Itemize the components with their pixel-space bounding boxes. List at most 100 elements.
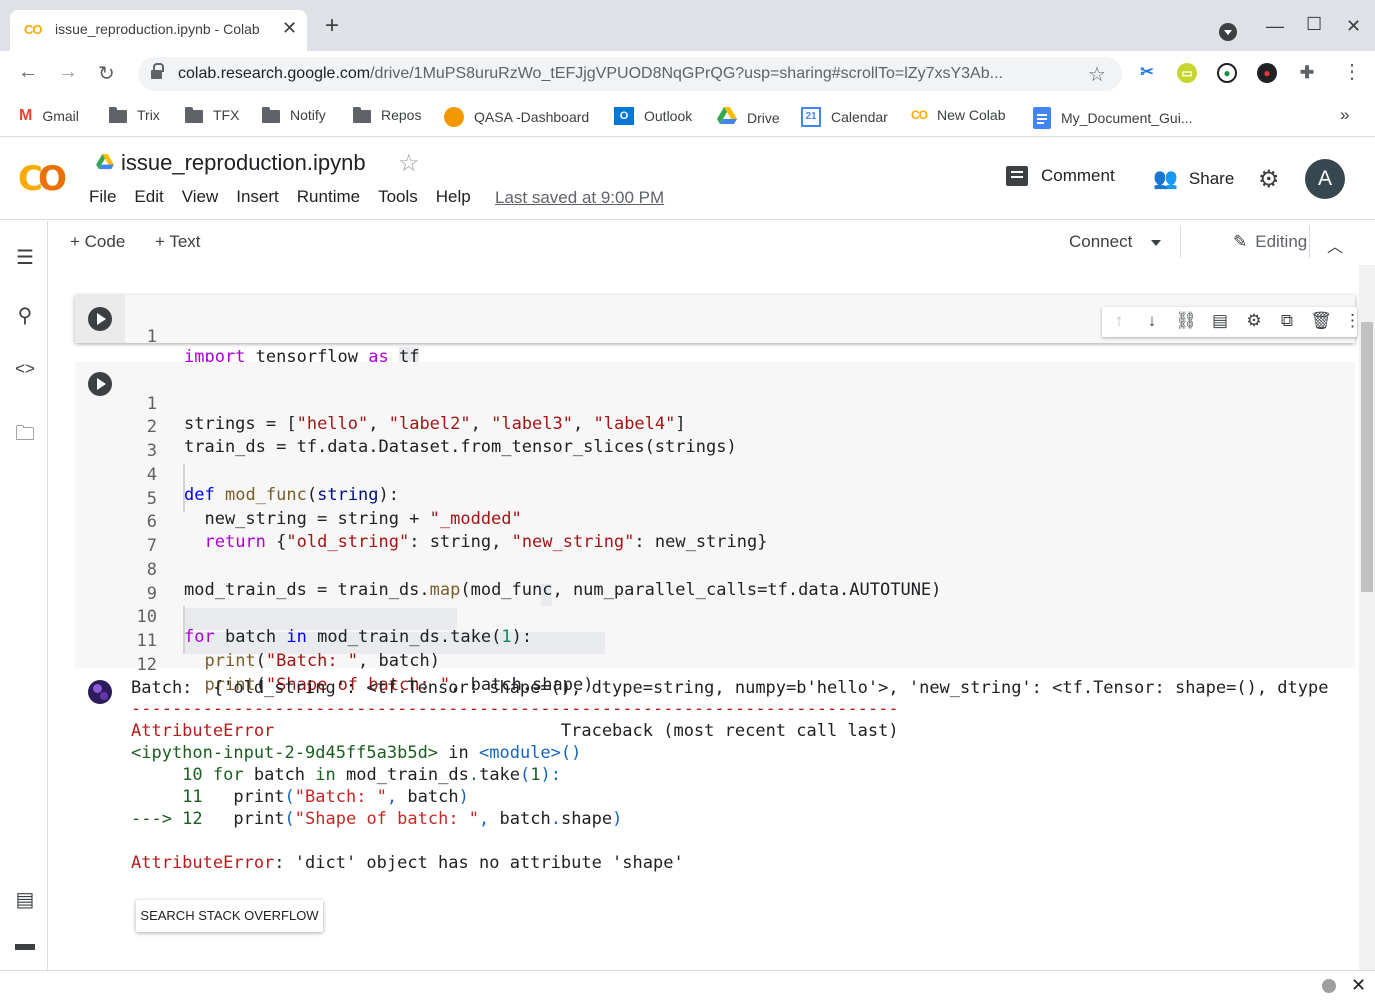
search-stack-overflow-button[interactable]: SEARCH STACK OVERFLOW: [136, 900, 323, 932]
window-close-icon[interactable]: ✕: [1346, 16, 1361, 37]
code-line[interactable]: 5 new_string = string + "_modded": [75, 469, 522, 529]
bookmark-calendar[interactable]: 21 Calendar: [801, 107, 888, 127]
colab-logo[interactable]: CO: [18, 159, 67, 199]
runtime-status-icon[interactable]: [1322, 979, 1336, 993]
scissors-extension-icon[interactable]: ✂: [1137, 63, 1157, 83]
move-cell-up-icon[interactable]: ↑: [1108, 311, 1130, 331]
line-number: 1: [146, 327, 157, 347]
bookmark-drive[interactable]: Drive: [717, 107, 780, 128]
back-icon[interactable]: ←: [18, 61, 38, 84]
puzzle-extensions-icon[interactable]: ✚: [1297, 63, 1317, 83]
menu-insert[interactable]: Insert: [236, 187, 279, 207]
code-text[interactable]: strings = ["hello", "label2", "label3", …: [184, 414, 686, 434]
code-cell-1[interactable]: 1 import tensorflow as tf ↑ ↓ ⛓ ▤ ⚙ ⧉ 🗑 …: [75, 295, 1361, 367]
mirror-cell-icon[interactable]: ⧉: [1276, 311, 1298, 331]
bookmark-gmail[interactable]: M Gmail: [19, 107, 79, 125]
menu-help[interactable]: Help: [436, 187, 471, 207]
bookmark-new-colab[interactable]: CO New Colab: [911, 107, 1005, 123]
code-cell-2[interactable]: 1 strings = ["hello", "label2", "label3"…: [75, 362, 1355, 695]
code-text[interactable]: for batch in mod_train_ds.take(1):: [184, 627, 532, 647]
move-cell-down-icon[interactable]: ↓: [1141, 311, 1163, 331]
scrollbar-thumb[interactable]: [1361, 322, 1373, 592]
menu-edit[interactable]: Edit: [134, 187, 163, 207]
code-text[interactable]: def mod_func(string):: [184, 485, 399, 505]
menu-view[interactable]: View: [182, 187, 219, 207]
collapse-header-icon[interactable]: ︿: [1327, 233, 1343, 257]
code-text[interactable]: new_string = string + "_modded": [184, 509, 521, 529]
reload-icon[interactable]: ↻: [98, 61, 115, 86]
address-bar[interactable]: colab.research.google.com/drive/1MuPS8ur…: [138, 57, 1122, 91]
last-saved-link[interactable]: Last saved at 9:00 PM: [495, 188, 664, 208]
menu-runtime[interactable]: Runtime: [297, 187, 360, 207]
cell-settings-gear-icon[interactable]: ⚙: [1243, 311, 1265, 331]
bookmark-star-icon[interactable]: ☆: [1088, 62, 1106, 87]
code-text[interactable]: print("Batch: ", batch): [184, 651, 439, 671]
more-options-icon[interactable]: ⋮: [1344, 311, 1361, 331]
star-icon[interactable]: ☆: [398, 149, 420, 178]
avatar[interactable]: A: [1305, 159, 1345, 199]
output-line: ---> 12 print("Shape of batch: ", batch.…: [131, 809, 623, 829]
terminal-icon[interactable]: ▬: [14, 933, 36, 956]
code-text[interactable]: mod_train_ds = train_ds.map(mod_func, nu…: [184, 580, 941, 600]
drive-icon: [717, 107, 737, 128]
browser-tab[interactable]: CO issue_reproduction.ipynb - Colab ✕: [10, 10, 307, 51]
output-actions-icon[interactable]: [88, 680, 112, 704]
lock-icon[interactable]: [151, 63, 164, 80]
code-line[interactable]: 12 print("Shape of batch: ", batch.shape…: [75, 635, 594, 695]
bookmark-qasa-dashboard[interactable]: QASA -Dashboard: [444, 107, 589, 127]
bookmark-trix[interactable]: Trix: [109, 106, 160, 123]
delete-cell-icon[interactable]: 🗑: [1310, 311, 1332, 331]
code-text[interactable]: train_ds = tf.data.Dataset.from_tensor_s…: [184, 437, 737, 457]
code-line[interactable]: 10 for batch in mod_train_ds.take(1):: [75, 587, 533, 647]
code-line[interactable]: 1 import tensorflow as tf: [75, 307, 1075, 367]
chat-extension-icon[interactable]: ▭: [1177, 63, 1197, 83]
link-icon[interactable]: ⛓: [1175, 311, 1197, 331]
editing-mode-button[interactable]: ✎ Editing: [1233, 232, 1307, 252]
bookmark-my-document[interactable]: My_Document_Gui...: [1033, 107, 1193, 129]
url-text[interactable]: colab.research.google.com/drive/1MuPS8ur…: [178, 65, 1068, 83]
code-line[interactable]: 2 train_ds = tf.data.Dataset.from_tensor…: [75, 397, 737, 457]
files-folder-icon[interactable]: 🗀: [14, 419, 36, 453]
command-palette-icon[interactable]: ▤: [14, 887, 36, 912]
bookmarks-overflow-icon[interactable]: »: [1340, 105, 1349, 125]
notebook-title[interactable]: issue_reproduction.ipynb: [121, 150, 366, 176]
add-code-button[interactable]: + Code: [70, 232, 125, 252]
browser-menu-icon[interactable]: ⋮: [1342, 59, 1362, 84]
drive-icon[interactable]: [96, 154, 114, 170]
bookmark-notify[interactable]: Notify: [262, 106, 326, 123]
search-icon[interactable]: ⚲: [14, 303, 36, 328]
code-line[interactable]: 6 return {"old_string": string, "new_str…: [75, 492, 768, 552]
code-line[interactable]: 9: [75, 564, 157, 604]
add-comment-icon[interactable]: ▤: [1209, 311, 1231, 331]
new-tab-button[interactable]: +: [325, 14, 339, 38]
code-line[interactable]: 4 def mod_func(string):: [75, 445, 399, 505]
code-line[interactable]: 8 mod_train_ds = train_ds.map(mod_func, …: [75, 540, 942, 600]
code-line[interactable]: 7: [75, 516, 157, 556]
maximize-icon[interactable]: ☐: [1306, 14, 1322, 35]
connect-button[interactable]: Connect: [1069, 232, 1132, 252]
code-line[interactable]: 3: [75, 421, 157, 461]
bookmark-tfx[interactable]: TFX: [185, 106, 239, 123]
forward-icon[interactable]: →: [58, 61, 78, 84]
code-text[interactable]: return {"old_string": string, "new_strin…: [184, 532, 767, 552]
code-line[interactable]: 11 print("Batch: ", batch): [75, 611, 440, 671]
tab-search-icon[interactable]: [1219, 23, 1237, 41]
timer-extension-icon[interactable]: ●: [1217, 63, 1237, 83]
code-line[interactable]: 1 strings = ["hello", "label2", "label3"…: [75, 374, 686, 434]
tab-close-icon[interactable]: ✕: [282, 18, 297, 39]
bookmark-repos[interactable]: Repos: [353, 106, 421, 123]
comment-button[interactable]: Comment: [1006, 166, 1115, 186]
share-button[interactable]: 👥 Share: [1153, 166, 1234, 191]
bookmark-label: Drive: [747, 109, 780, 126]
connect-dropdown-icon[interactable]: [1151, 240, 1161, 246]
code-snippets-icon[interactable]: <>: [14, 359, 36, 379]
minimize-icon[interactable]: —: [1266, 16, 1284, 37]
add-text-button[interactable]: + Text: [155, 232, 201, 252]
menu-tools[interactable]: Tools: [378, 187, 418, 207]
menu-file[interactable]: File: [89, 187, 116, 207]
bookmark-outlook[interactable]: O Outlook: [614, 107, 692, 125]
table-of-contents-icon[interactable]: ☰: [14, 245, 36, 270]
settings-gear-icon[interactable]: ⚙: [1258, 165, 1280, 194]
record-extension-icon[interactable]: ●: [1257, 63, 1277, 83]
status-close-icon[interactable]: ✕: [1351, 975, 1366, 996]
